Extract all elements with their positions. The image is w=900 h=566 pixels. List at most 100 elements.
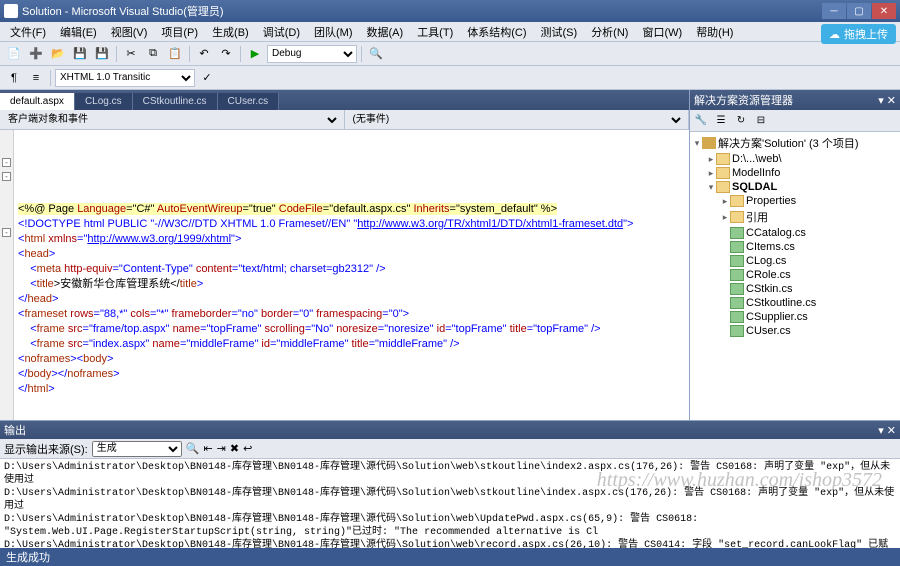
menu-item[interactable]: 测试(S) xyxy=(535,22,584,42)
tree-node[interactable]: ▸D:\...\web\ xyxy=(692,152,898,166)
tree-node[interactable]: CStkoutline.cs xyxy=(692,296,898,310)
code-editor[interactable]: - - - <%@ Page Language="C#" AutoEventWi… xyxy=(0,130,689,420)
solution-root-label: 解决方案'Solution' (3 个项目) xyxy=(718,135,859,151)
doctype-select[interactable]: XHTML 1.0 Transitic xyxy=(55,69,195,87)
document-tab[interactable]: CUser.cs xyxy=(218,93,280,110)
document-tab[interactable]: default.aspx xyxy=(0,93,75,110)
find-msg-icon[interactable]: 🔍 xyxy=(186,442,200,455)
upload-button[interactable]: ☁ 拖拽上传 xyxy=(821,24,896,44)
document-tab[interactable]: CLog.cs xyxy=(75,93,133,110)
tree-node[interactable]: CSupplier.cs xyxy=(692,310,898,324)
csharp-file-icon xyxy=(730,241,744,253)
open-icon[interactable]: 📂 xyxy=(48,44,68,64)
solution-explorer-header: 解决方案资源管理器 ▾ ✕ xyxy=(690,90,900,110)
run-icon[interactable]: ▶ xyxy=(245,44,265,64)
csharp-file-icon xyxy=(730,269,744,281)
event-select[interactable]: (无事件) xyxy=(349,111,685,129)
comment-icon[interactable]: ≡ xyxy=(26,68,46,88)
output-menu-icon[interactable]: ▾ ✕ xyxy=(878,424,896,437)
save-icon[interactable]: 💾 xyxy=(70,44,90,64)
solution-root[interactable]: ▾ 解决方案'Solution' (3 个项目) xyxy=(692,134,898,152)
status-bar: 生成成功 xyxy=(0,548,900,566)
properties-icon[interactable]: 🔧 xyxy=(692,112,710,130)
format-icon[interactable]: ¶ xyxy=(4,68,24,88)
clear-icon[interactable]: ✖ xyxy=(230,442,239,455)
menu-item[interactable]: 生成(B) xyxy=(206,22,255,42)
tree-node[interactable]: ▸Properties xyxy=(692,194,898,208)
cut-icon[interactable]: ✂ xyxy=(121,44,141,64)
redo-icon[interactable]: ↷ xyxy=(216,44,236,64)
validate-icon[interactable]: ✓ xyxy=(197,68,217,88)
maximize-button[interactable]: ▢ xyxy=(847,3,871,19)
fold-icon[interactable]: - xyxy=(2,228,11,237)
titlebar: Solution - Microsoft Visual Studio(管理员) … xyxy=(0,0,900,22)
menu-item[interactable]: 团队(M) xyxy=(308,22,359,42)
refresh-icon[interactable]: ↻ xyxy=(732,112,750,130)
menu-item[interactable]: 视图(V) xyxy=(105,22,154,42)
menu-item[interactable]: 窗口(W) xyxy=(636,22,688,42)
folder-icon xyxy=(730,195,744,207)
tree-node[interactable]: CUser.cs xyxy=(692,324,898,338)
save-all-icon[interactable]: 💾 xyxy=(92,44,112,64)
tree-label: CUser.cs xyxy=(746,325,791,337)
copy-icon[interactable]: ⧉ xyxy=(143,44,163,64)
tree-node[interactable]: ▾SQLDAL xyxy=(692,180,898,194)
new-project-icon[interactable]: 📄 xyxy=(4,44,24,64)
separator xyxy=(50,70,51,86)
undo-icon[interactable]: ↶ xyxy=(194,44,214,64)
collapse-icon[interactable]: ⊟ xyxy=(752,112,770,130)
output-source-label: 显示输出来源(S): xyxy=(4,441,88,457)
config-select[interactable]: Debug xyxy=(267,45,357,63)
menu-item[interactable]: 调试(D) xyxy=(257,22,306,42)
tree-label: CSupplier.cs xyxy=(746,311,808,323)
panel-menu-icon[interactable]: ▾ ✕ xyxy=(878,94,896,107)
csharp-file-icon xyxy=(730,255,744,267)
csharp-file-icon xyxy=(730,311,744,323)
menu-item[interactable]: 体系结构(C) xyxy=(461,22,532,42)
find-icon[interactable]: 🔍 xyxy=(366,44,386,64)
tree-node[interactable]: CItems.cs xyxy=(692,240,898,254)
fold-icon[interactable]: - xyxy=(2,158,11,167)
output-header: 输出 ▾ ✕ xyxy=(0,421,900,439)
output-title: 输出 xyxy=(4,422,26,438)
tree-label: SQLDAL xyxy=(732,181,777,193)
tree-label: ModelInfo xyxy=(732,167,780,179)
add-item-icon[interactable]: ➕ xyxy=(26,44,46,64)
minimize-button[interactable]: ─ xyxy=(822,3,846,19)
menu-item[interactable]: 工具(T) xyxy=(411,22,459,42)
window-buttons: ─ ▢ ✕ xyxy=(822,3,896,19)
tree-node[interactable]: CRole.cs xyxy=(692,268,898,282)
menu-item[interactable]: 数据(A) xyxy=(361,22,410,42)
editor-area: default.aspxCLog.csCStkoutline.csCUser.c… xyxy=(0,90,690,420)
tree-node[interactable]: ▸引用 xyxy=(692,208,898,226)
show-all-icon[interactable]: ☰ xyxy=(712,112,730,130)
menu-item[interactable]: 文件(F) xyxy=(4,22,52,42)
object-select[interactable]: 客户端对象和事件 xyxy=(4,111,340,129)
next-icon[interactable]: ⇥ xyxy=(217,442,226,455)
menu-item[interactable]: 编辑(E) xyxy=(54,22,103,42)
separator xyxy=(189,46,190,62)
tree-node[interactable]: CCatalog.cs xyxy=(692,226,898,240)
tree-label: CItems.cs xyxy=(746,241,795,253)
solution-tree[interactable]: ▾ 解决方案'Solution' (3 个项目) ▸D:\...\web\▸Mo… xyxy=(690,132,900,420)
close-button[interactable]: ✕ xyxy=(872,3,896,19)
output-text[interactable]: D:\Users\Administrator\Desktop\BN0148-库存… xyxy=(0,459,900,548)
csharp-file-icon xyxy=(730,325,744,337)
tree-label: Properties xyxy=(746,195,796,207)
tree-node[interactable]: ▸ModelInfo xyxy=(692,166,898,180)
menu-item[interactable]: 分析(N) xyxy=(585,22,634,42)
document-tab[interactable]: CStkoutline.cs xyxy=(133,93,218,110)
output-source-select[interactable]: 生成 xyxy=(92,441,182,457)
menu-item[interactable]: 帮助(H) xyxy=(690,22,739,42)
tree-label: CLog.cs xyxy=(746,255,786,267)
tree-node[interactable]: CLog.cs xyxy=(692,254,898,268)
fold-icon[interactable]: - xyxy=(2,172,11,181)
paste-icon[interactable]: 📋 xyxy=(165,44,185,64)
wrap-icon[interactable]: ↩ xyxy=(243,442,252,455)
tree-label: CRole.cs xyxy=(746,269,791,281)
folder-icon xyxy=(716,153,730,165)
tree-label: D:\...\web\ xyxy=(732,153,782,165)
menu-item[interactable]: 项目(P) xyxy=(155,22,204,42)
tree-node[interactable]: CStkin.cs xyxy=(692,282,898,296)
prev-icon[interactable]: ⇤ xyxy=(203,442,212,455)
